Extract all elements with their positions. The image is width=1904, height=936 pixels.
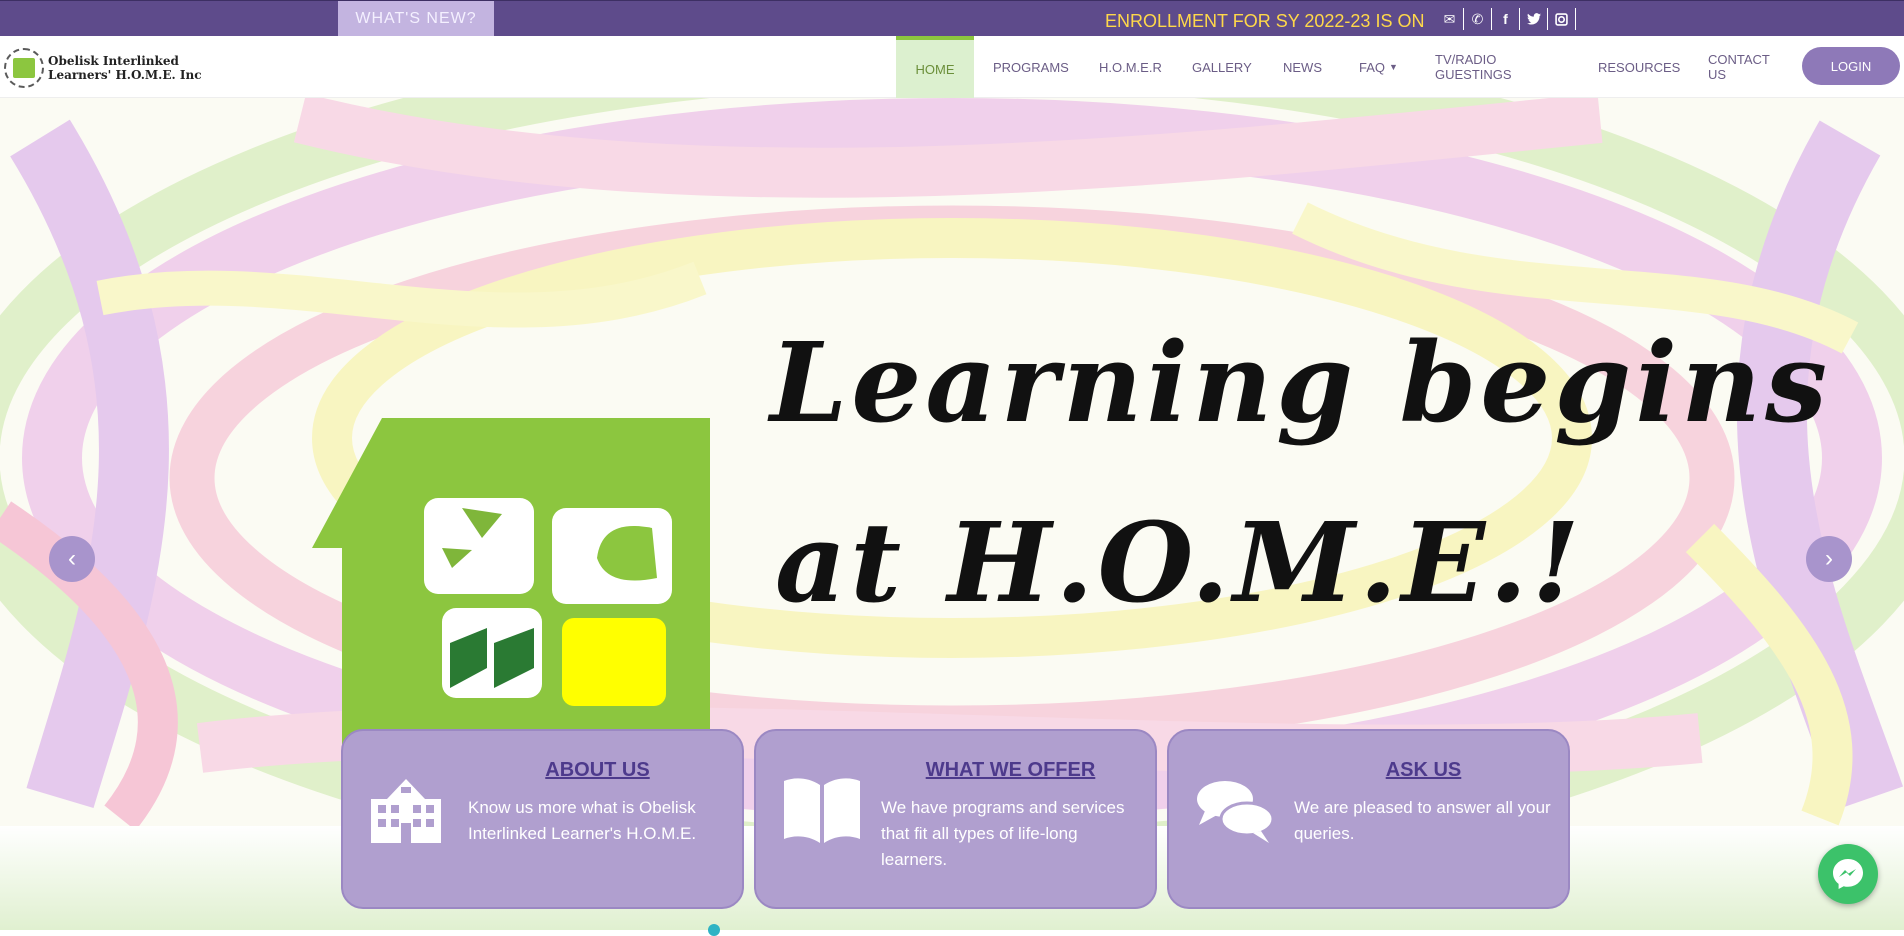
messenger-chat-button[interactable] bbox=[1818, 844, 1878, 904]
open-book-icon bbox=[784, 778, 860, 843]
nav-item-tv-radio[interactable]: TV/RADIO GUESTINGS bbox=[1435, 36, 1512, 98]
hero-tagline-line1: Learning begins bbox=[770, 318, 1832, 447]
phone-icon[interactable]: ✆ bbox=[1464, 8, 1492, 30]
login-button[interactable]: LOGIN bbox=[1802, 47, 1900, 85]
carousel-next-button[interactable]: › bbox=[1806, 536, 1852, 582]
carousel-indicator[interactable] bbox=[708, 924, 720, 936]
nav-item-resources[interactable]: RESOURCES bbox=[1598, 36, 1680, 98]
ask-us-text: We are pleased to answer all your querie… bbox=[1294, 798, 1551, 843]
hero-paint-background bbox=[0, 98, 1904, 826]
hero-tagline-line2: at H.O.M.E.! bbox=[775, 498, 1584, 627]
announcement-ticker[interactable]: ENROLLMENT FOR SY 2022-23 IS ON bbox=[1105, 9, 1425, 33]
nav-item-programs[interactable]: PROGRAMS bbox=[993, 36, 1069, 98]
about-us-text: Know us more what is Obelisk Interlinked… bbox=[468, 798, 697, 843]
what-we-offer-text: We have programs and services that fit a… bbox=[881, 798, 1125, 869]
nav-item-gallery[interactable]: GALLERY bbox=[1192, 36, 1252, 98]
instagram-icon[interactable] bbox=[1548, 8, 1576, 30]
top-bar: WHAT'S NEW? ENROLLMENT FOR SY 2022-23 IS… bbox=[0, 0, 1904, 37]
nav-item-faq[interactable]: FAQ ▼ bbox=[1359, 36, 1398, 98]
messenger-icon bbox=[1833, 859, 1863, 889]
envelope-icon[interactable]: ✉ bbox=[1436, 8, 1464, 30]
hero-carousel: ‹ › Learning begins at H.O.M.E.! bbox=[0, 98, 1904, 826]
what-we-offer-card[interactable]: WHAT WE OFFER We have programs and servi… bbox=[754, 729, 1157, 909]
main-navbar: Obelisk Interlinked Learners' H.O.M.E. I… bbox=[0, 36, 1904, 98]
ask-us-title[interactable]: ASK US bbox=[1289, 759, 1558, 782]
nav-item-homer[interactable]: H.O.M.E.R bbox=[1099, 36, 1162, 98]
home-house-logo bbox=[312, 418, 710, 748]
what-we-offer-title[interactable]: WHAT WE OFFER bbox=[876, 759, 1145, 782]
whats-new-label: WHAT'S NEW? bbox=[338, 1, 494, 37]
chat-bubbles-icon bbox=[1197, 781, 1275, 843]
nav-item-home[interactable]: HOME bbox=[896, 36, 974, 98]
about-us-title[interactable]: ABOUT US bbox=[463, 759, 732, 782]
twitter-icon[interactable] bbox=[1520, 8, 1548, 30]
facebook-icon[interactable]: f bbox=[1492, 8, 1520, 30]
carousel-prev-button[interactable]: ‹ bbox=[49, 536, 95, 582]
nav-item-contact[interactable]: CONTACT US bbox=[1708, 36, 1770, 98]
ask-us-card[interactable]: ASK US We are pleased to answer all your… bbox=[1167, 729, 1570, 909]
feature-cards: ABOUT US Know us more what is Obelisk In… bbox=[0, 729, 1904, 909]
school-building-icon bbox=[371, 779, 441, 843]
nav-item-news[interactable]: NEWS bbox=[1283, 36, 1322, 98]
logo-badge-icon bbox=[4, 48, 44, 88]
caret-down-icon: ▼ bbox=[1389, 62, 1398, 72]
social-links: ✉ ✆ f bbox=[1436, 8, 1576, 30]
brand-name: Obelisk Interlinked Learners' H.O.M.E. I… bbox=[48, 54, 202, 82]
about-us-card[interactable]: ABOUT US Know us more what is Obelisk In… bbox=[341, 729, 744, 909]
site-logo[interactable]: Obelisk Interlinked Learners' H.O.M.E. I… bbox=[4, 48, 208, 88]
